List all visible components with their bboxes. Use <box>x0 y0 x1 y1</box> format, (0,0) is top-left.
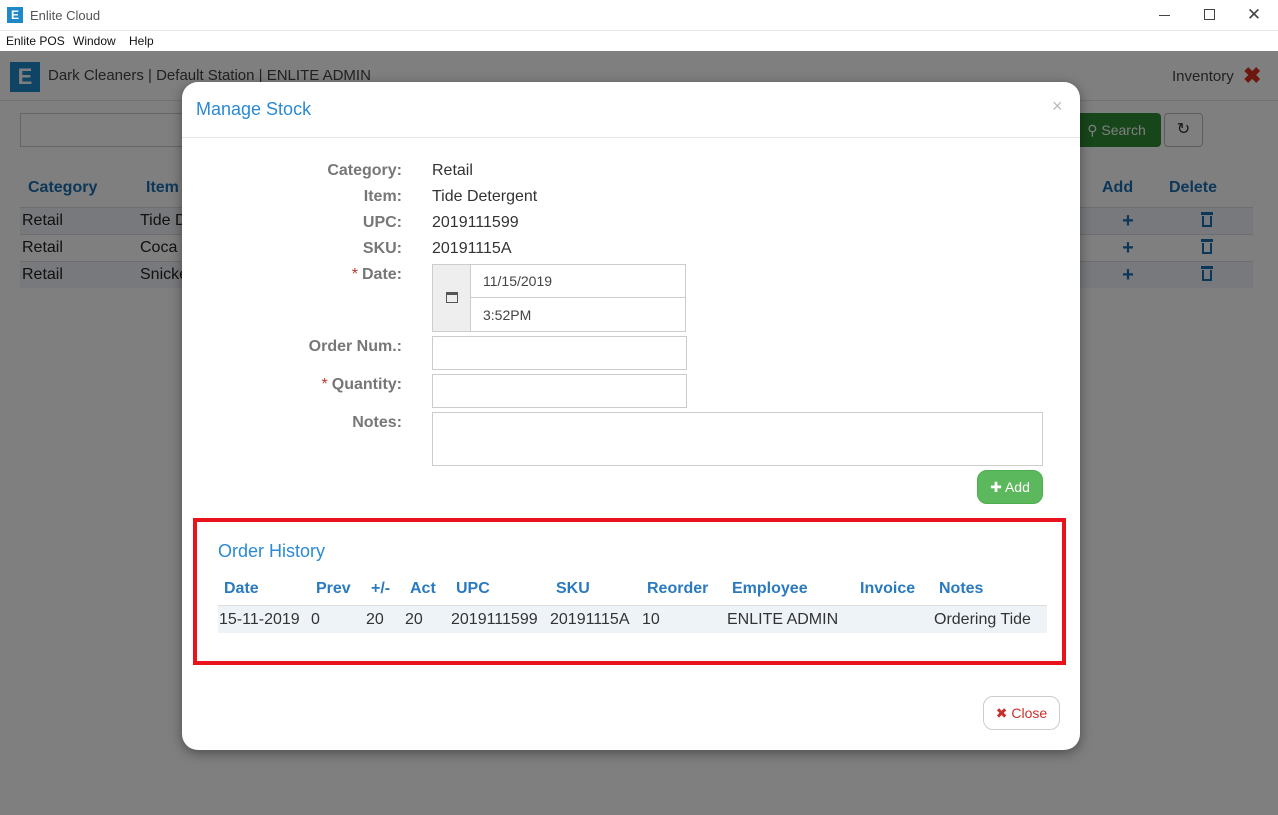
order-history-panel: Order History Date Prev +/- Act UPC SKU … <box>193 518 1066 665</box>
close-button-label: Close <box>1011 705 1048 721</box>
history-cell-prev: 0 <box>311 611 320 628</box>
history-header-notes: Notes <box>939 580 984 597</box>
item-value: Tide Detergent <box>432 188 538 205</box>
menu-enlite-pos[interactable]: Enlite POS <box>6 34 65 48</box>
history-cell-employee: ENLITE ADMIN <box>727 611 839 628</box>
time-input[interactable]: 3:52PM <box>471 299 685 331</box>
order-history-title: Order History <box>218 541 326 561</box>
history-header-invoice: Invoice <box>860 580 916 597</box>
order-num-label: Order Num.: <box>308 338 402 355</box>
history-cell-reorder: 10 <box>642 611 660 628</box>
history-header-prev: Prev <box>316 580 351 597</box>
table-row[interactable]: 15-11-2019 0 20 20 2019111599 20191115A … <box>218 605 1047 633</box>
history-header-employee: Employee <box>732 580 808 597</box>
add-button-label: Add <box>1004 479 1030 495</box>
date-label: * Date: <box>182 266 402 284</box>
history-header-date: Date <box>224 580 259 597</box>
modal-close-icon[interactable]: × <box>1052 96 1063 117</box>
window-close-button[interactable]: ✕ <box>1244 5 1264 25</box>
order-num-input[interactable] <box>432 336 687 370</box>
manage-stock-modal: Manage Stock × Category: Retail Item: Ti… <box>182 82 1080 750</box>
modal-title: Manage Stock <box>196 99 312 119</box>
minimize-icon <box>1158 14 1170 16</box>
menu-help[interactable]: Help <box>129 34 154 48</box>
quantity-label-text: Quantity: <box>331 376 402 393</box>
history-header-reorder: Reorder <box>647 580 709 597</box>
window-title: Enlite Cloud <box>30 8 101 23</box>
sku-value: 20191115A <box>432 240 512 257</box>
upc-label: UPC: <box>362 214 402 231</box>
upc-value: 2019111599 <box>432 214 519 231</box>
menubar: Enlite POS Window Help <box>0 31 1278 51</box>
date-label-text: Date: <box>361 266 402 283</box>
history-cell-date: 15-11-2019 <box>219 611 300 628</box>
calendar-icon <box>446 292 458 303</box>
add-stock-button[interactable]: ✚ Add <box>977 470 1043 504</box>
menu-window[interactable]: Window <box>73 34 116 48</box>
close-icon: ✖ <box>995 705 1008 721</box>
window-titlebar: E Enlite Cloud ✕ <box>0 0 1278 31</box>
history-header-change: +/- <box>371 580 391 597</box>
history-cell-change: 20 <box>366 611 384 628</box>
notes-textarea[interactable] <box>432 412 1043 466</box>
history-cell-notes: Ordering Tide <box>934 611 1031 628</box>
plus-icon: ✚ <box>990 479 1002 495</box>
sku-label: SKU: <box>362 240 402 257</box>
history-header-upc: UPC <box>456 580 490 597</box>
category-value: Retail <box>432 162 473 179</box>
modal-divider <box>182 137 1080 138</box>
history-cell-sku: 20191115A <box>550 611 630 628</box>
app-logo-icon: E <box>7 7 23 23</box>
item-label: Item: <box>363 188 402 205</box>
maximize-icon <box>1203 9 1215 20</box>
quantity-input[interactable] <box>432 374 687 408</box>
history-header-act: Act <box>410 580 436 597</box>
required-marker: * <box>321 376 328 393</box>
close-button[interactable]: ✖ Close <box>983 696 1060 730</box>
maximize-button[interactable] <box>1199 5 1219 25</box>
minimize-button[interactable] <box>1154 5 1174 25</box>
notes-label: Notes: <box>352 414 402 431</box>
history-header-sku: SKU <box>556 580 590 597</box>
datetime-picker: 11/15/2019 3:52PM <box>432 264 686 332</box>
category-label: Category: <box>327 162 402 179</box>
history-cell-upc: 2019111599 <box>451 611 538 628</box>
history-cell-act: 20 <box>405 611 423 628</box>
required-marker: * <box>351 266 358 283</box>
calendar-button[interactable] <box>433 265 471 331</box>
quantity-label: * Quantity: <box>182 376 402 394</box>
date-input[interactable]: 11/15/2019 <box>471 265 685 298</box>
